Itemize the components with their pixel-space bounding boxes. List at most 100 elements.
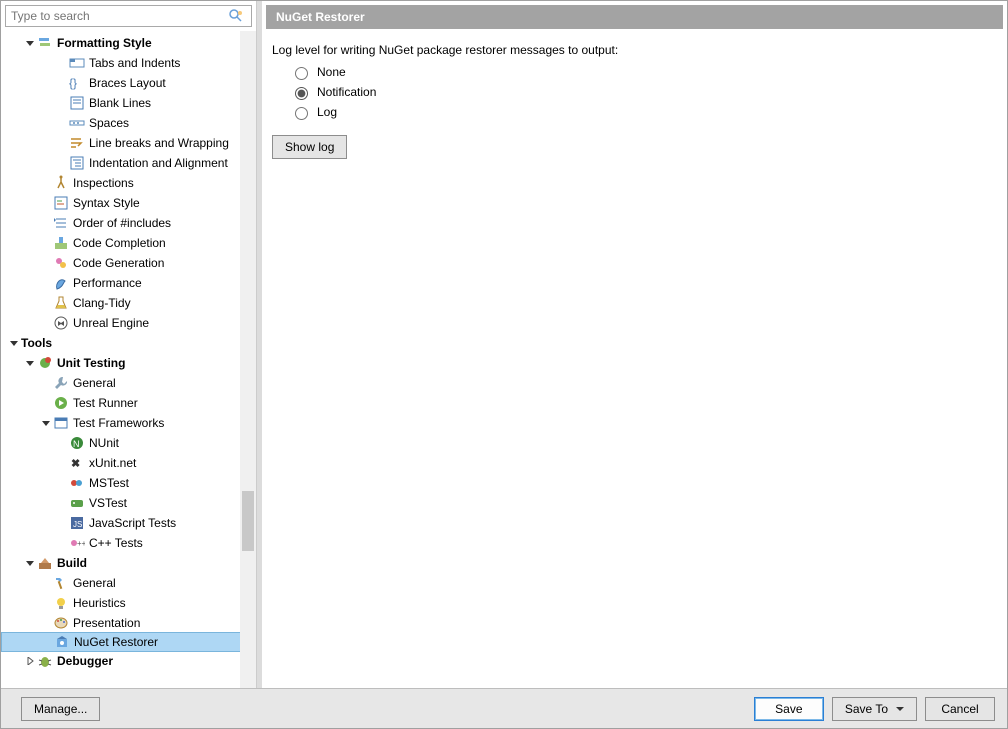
tree-item-label: Code Completion bbox=[73, 236, 166, 250]
tree-item[interactable]: Order of #includes bbox=[1, 213, 256, 233]
tabs-icon bbox=[69, 55, 85, 71]
tree-item-label: NUnit bbox=[89, 436, 119, 450]
log-level-radio-log[interactable]: Log bbox=[290, 103, 997, 121]
tree-item[interactable]: Unreal Engine bbox=[1, 313, 256, 333]
mstest-icon bbox=[69, 475, 85, 491]
tree-item[interactable]: Code Generation bbox=[1, 253, 256, 273]
tree-item[interactable]: Tabs and Indents bbox=[1, 53, 256, 73]
tree-item[interactable]: NuGet Restorer bbox=[1, 632, 256, 652]
tree-item-label: Inspections bbox=[73, 176, 134, 190]
tree-item-label: Unit Testing bbox=[57, 356, 125, 370]
search-input[interactable] bbox=[9, 8, 228, 24]
tree-item[interactable]: Tools bbox=[1, 333, 256, 353]
twisty-open-icon[interactable] bbox=[9, 338, 19, 348]
log-level-radio-notification[interactable]: Notification bbox=[290, 83, 997, 101]
tree-item-label: Unreal Engine bbox=[73, 316, 149, 330]
tree-item-label: Performance bbox=[73, 276, 142, 290]
twisty-open-icon[interactable] bbox=[41, 418, 51, 428]
vstest-icon bbox=[69, 495, 85, 511]
tree-item[interactable]: General bbox=[1, 573, 256, 593]
log-level-radios: None Notification Log bbox=[290, 63, 997, 121]
tree-item[interactable]: Blank Lines bbox=[1, 93, 256, 113]
tree-item[interactable]: Test Runner bbox=[1, 393, 256, 413]
window-icon bbox=[53, 415, 69, 431]
unreal-icon bbox=[53, 315, 69, 331]
svg-text:N: N bbox=[73, 439, 80, 449]
tree-item[interactable]: ✖xUnit.net bbox=[1, 453, 256, 473]
show-log-button[interactable]: Show log bbox=[272, 135, 347, 159]
tree-item[interactable]: Syntax Style bbox=[1, 193, 256, 213]
twisty-open-icon[interactable] bbox=[25, 38, 35, 48]
tree-item[interactable]: Heuristics bbox=[1, 593, 256, 613]
nunit-icon: N bbox=[69, 435, 85, 451]
radio-label: Log bbox=[317, 105, 337, 119]
tree-item[interactable]: N NUnit bbox=[1, 433, 256, 453]
tree-item-label: Code Generation bbox=[73, 256, 164, 270]
sidebar: Formatting Style Tabs and Indents{}Braces… bbox=[1, 1, 257, 688]
palette-icon bbox=[53, 615, 69, 631]
tree-item-label: Spaces bbox=[89, 116, 129, 130]
tree-item-label: Heuristics bbox=[73, 596, 126, 610]
tree-item-label: JavaScript Tests bbox=[89, 516, 176, 530]
tree-item[interactable]: Performance bbox=[1, 273, 256, 293]
bug-icon bbox=[37, 653, 53, 669]
save-to-label: Save To bbox=[845, 702, 888, 716]
scrollbar[interactable] bbox=[240, 31, 256, 688]
tree-item[interactable]: MSTest bbox=[1, 473, 256, 493]
radio-input[interactable] bbox=[295, 87, 308, 100]
radio-label: None bbox=[317, 65, 346, 79]
tree-item[interactable]: Inspections bbox=[1, 173, 256, 193]
tree-item[interactable]: Formatting Style bbox=[1, 33, 256, 53]
twisty-closed-icon[interactable] bbox=[25, 656, 35, 666]
tree-item[interactable]: VSTest bbox=[1, 493, 256, 513]
tree-item[interactable]: Presentation bbox=[1, 613, 256, 633]
tree-item[interactable]: Debugger bbox=[1, 651, 256, 671]
tree-item[interactable]: JSJavaScript Tests bbox=[1, 513, 256, 533]
save-to-button[interactable]: Save To bbox=[832, 697, 917, 721]
tree-item[interactable]: {}Braces Layout bbox=[1, 73, 256, 93]
tree-item-label: Tools bbox=[21, 336, 52, 350]
scrollbar-thumb[interactable] bbox=[242, 491, 254, 551]
tree-scroll[interactable]: Formatting Style Tabs and Indents{}Braces… bbox=[1, 31, 256, 688]
log-level-radio-none[interactable]: None bbox=[290, 63, 997, 81]
braces-icon: {} bbox=[69, 75, 85, 91]
circle-icon bbox=[37, 355, 53, 371]
syntax-icon bbox=[53, 195, 69, 211]
search-box[interactable] bbox=[5, 5, 252, 27]
tree-item[interactable]: Build bbox=[1, 553, 256, 573]
tree-item-label: General bbox=[73, 376, 116, 390]
svg-text:{}: {} bbox=[69, 76, 77, 90]
save-button[interactable]: Save bbox=[754, 697, 824, 721]
cpp-icon: ++ bbox=[69, 535, 85, 551]
radio-input[interactable] bbox=[295, 67, 308, 80]
tree-item[interactable]: Spaces bbox=[1, 113, 256, 133]
tree-item[interactable]: Line breaks and Wrapping bbox=[1, 133, 256, 153]
tree-item[interactable]: Indentation and Alignment bbox=[1, 153, 256, 173]
cancel-button[interactable]: Cancel bbox=[925, 697, 995, 721]
tree-item-label: Test Frameworks bbox=[73, 416, 164, 430]
tree-item[interactable]: ++C++ Tests bbox=[1, 533, 256, 553]
manage-button[interactable]: Manage... bbox=[21, 697, 100, 721]
nuget-icon bbox=[54, 634, 70, 650]
tree-item-label: NuGet Restorer bbox=[74, 635, 158, 649]
tree-item[interactable]: Test Frameworks bbox=[1, 413, 256, 433]
twisty-open-icon[interactable] bbox=[25, 358, 35, 368]
tree-item[interactable]: General bbox=[1, 373, 256, 393]
tree-item-label: Indentation and Alignment bbox=[89, 156, 228, 170]
wrap-icon bbox=[69, 135, 85, 151]
bulb-icon bbox=[53, 595, 69, 611]
inspect-icon bbox=[53, 175, 69, 191]
log-level-label: Log level for writing NuGet package rest… bbox=[272, 43, 997, 57]
play-icon bbox=[53, 395, 69, 411]
tree-item-label: Line breaks and Wrapping bbox=[89, 136, 229, 150]
order-icon bbox=[53, 215, 69, 231]
tree-item[interactable]: Code Completion bbox=[1, 233, 256, 253]
twisty-open-icon[interactable] bbox=[25, 558, 35, 568]
tree-item[interactable]: Clang-Tidy bbox=[1, 293, 256, 313]
wrench-icon bbox=[53, 375, 69, 391]
build-icon bbox=[37, 555, 53, 571]
chevron-down-icon bbox=[896, 702, 904, 716]
tree-item-label: Formatting Style bbox=[57, 36, 152, 50]
tree-item[interactable]: Unit Testing bbox=[1, 353, 256, 373]
radio-input[interactable] bbox=[295, 107, 308, 120]
